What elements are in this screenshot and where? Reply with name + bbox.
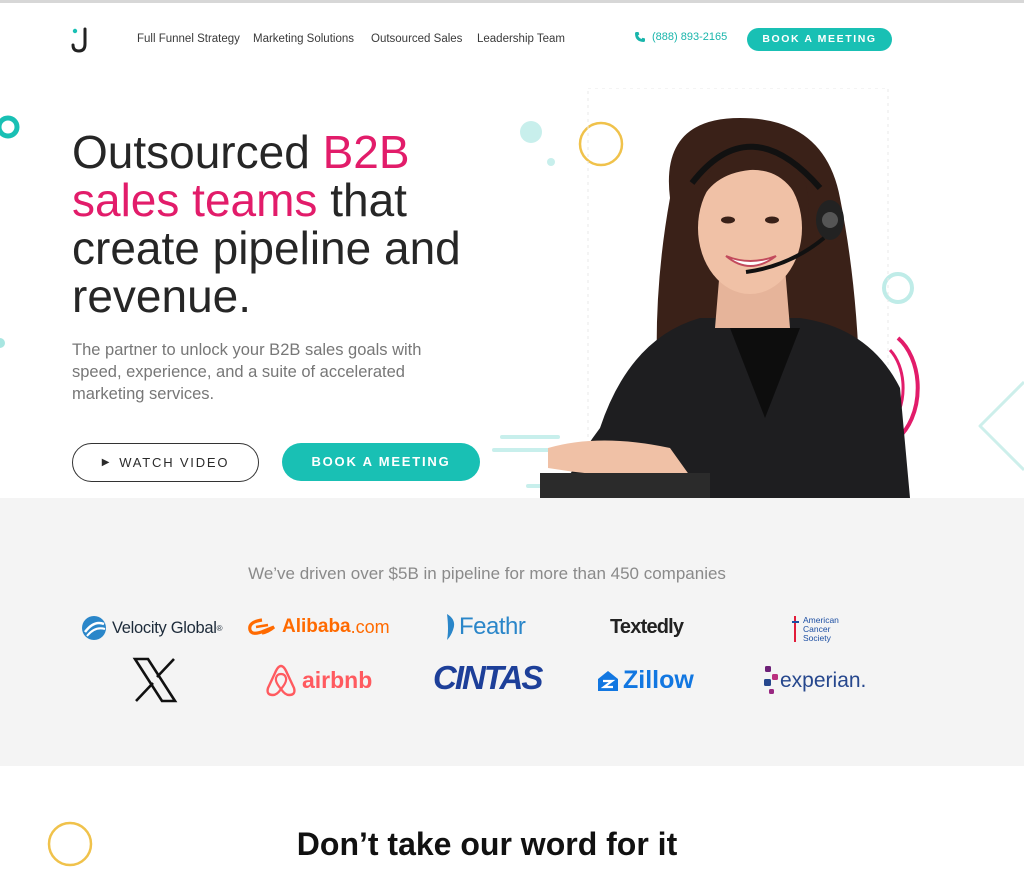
velocity-global-registered-mark: ® [216,623,223,633]
acs-sword-icon [792,616,799,642]
logo-textedly: Textedly [610,616,684,639]
logo-airbnb: airbnb [264,662,372,698]
acs-wordmark: American Cancer Society [803,615,839,643]
acs-line-3: Society [803,632,831,643]
airbnb-wordmark: airbnb [302,666,373,693]
experian-dots-icon [764,666,778,694]
teal-ring-decoration [0,115,20,139]
hero-subtitle: The partner to unlock your B2B sales goa… [72,341,422,403]
logo-experian: experian. [763,664,866,698]
logo-feathr: Feathr [443,612,526,642]
hero-headline: Outsourced B2B sales teams that create pi… [72,128,532,320]
logo-alibaba: Alibaba .com [246,616,390,638]
watch-video-button[interactable]: ▶ WATCH VIDEO [72,443,259,482]
logo-velocity-global: Velocity Global ® [80,614,223,642]
nav-link-leadership-team[interactable]: Leadership Team [477,33,565,45]
x-brand-mark [132,657,178,703]
velocity-global-wordmark: Velocity Global [112,618,217,637]
phone-icon [635,32,645,42]
experian-wordmark: experian. [780,669,867,692]
feathr-wordmark: Feathr [459,613,526,640]
teal-dot-decoration [0,338,5,348]
zillow-wordmark: Zillow [623,666,694,694]
hero-headline-highlight-1: B2B [322,126,410,178]
teal-diamond-decoration [978,380,1024,472]
feathr-feather-icon [447,614,455,640]
hero-headline-part-1: Outsourced [72,126,323,178]
hero-sales-rep-photo [540,88,920,499]
textedly-wordmark: Textedly [610,616,684,638]
nav-link-marketing-solutions[interactable]: Marketing Solutions [253,33,354,45]
alibaba-domain-suffix: .com [350,616,390,637]
logo-cintas: CINTAS [433,659,543,697]
logo-zillow: Zillow [596,666,694,695]
play-icon: ▶ [101,457,112,468]
phone-number: (888) 893-2165 [652,31,728,43]
company-logo[interactable] [70,26,94,54]
nav-link-outsourced-sales[interactable]: Outsourced Sales [371,33,462,45]
logo-x: X [132,657,178,703]
logo-american-cancer-society: American Cancer Society [791,614,839,644]
airbnb-belo-icon [266,664,296,697]
testimonials-heading: Don’t take our word for it [296,826,678,862]
alibaba-mark-icon [248,618,276,635]
client-logos-heading: We’ve driven over $5B in pipeline for mo… [248,564,726,583]
zillow-house-icon [598,670,618,691]
phone-link[interactable]: (888) 893-2165 [634,31,727,43]
cintas-wordmark: CINTAS [433,659,543,696]
hero-book-meeting-button[interactable]: BOOK A MEETING [282,443,480,481]
velocity-global-mark-icon [82,616,106,640]
hero-headline-highlight-2: sales teams [72,174,318,226]
alibaba-wordmark: Alibaba [282,616,351,637]
nav-book-meeting-button[interactable]: BOOK A MEETING [747,28,892,51]
nav-link-full-funnel-strategy[interactable]: Full Funnel Strategy [137,33,240,45]
watch-video-label: WATCH VIDEO [119,455,230,470]
top-navigation: Full Funnel Strategy Marketing Solutions… [0,0,1024,80]
